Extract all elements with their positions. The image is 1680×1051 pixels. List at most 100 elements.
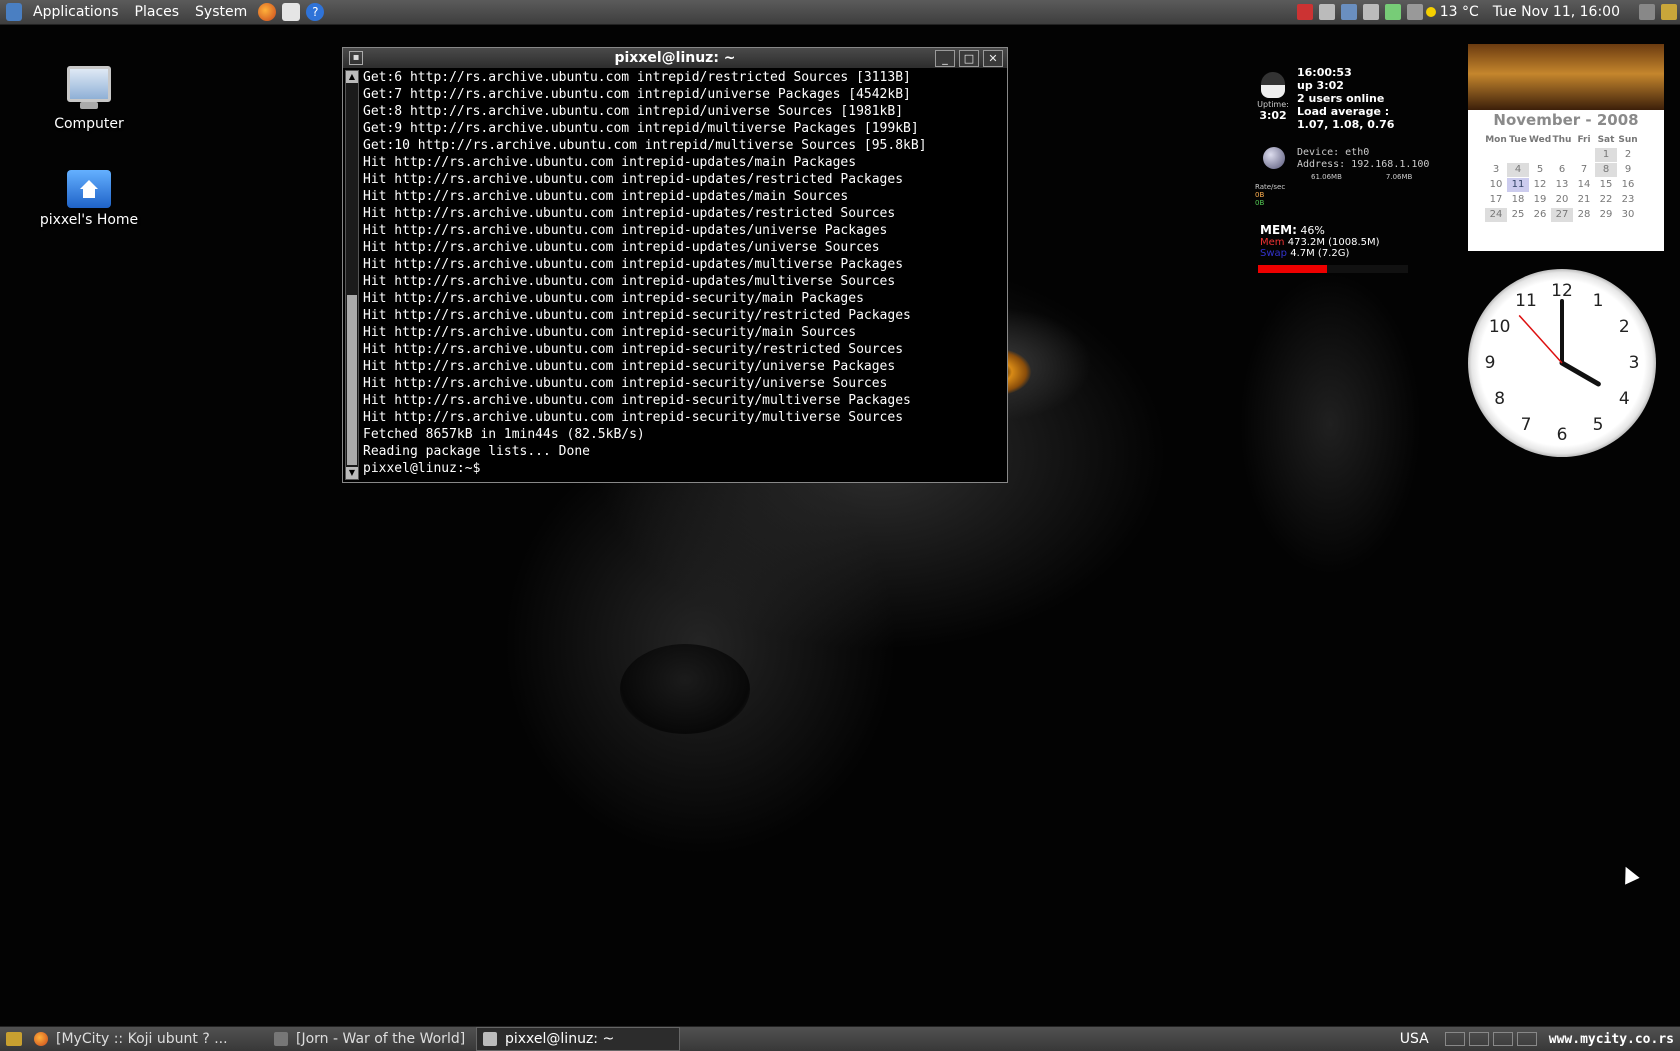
- terminal-line: Hit http://rs.archive.ubuntu.com intrepi…: [363, 189, 849, 204]
- calendar-day[interactable]: 8: [1595, 163, 1617, 177]
- calendar-day[interactable]: 16: [1617, 178, 1639, 192]
- mail-icon[interactable]: [282, 3, 301, 21]
- swap-line: 4.7M (7.2G): [1290, 248, 1350, 259]
- calendar-day[interactable]: 7: [1573, 163, 1595, 177]
- system-menu[interactable]: System: [187, 0, 255, 24]
- task-button-terminal[interactable]: pixxel@linuz: ~: [476, 1027, 680, 1051]
- weather-sun-icon: [1425, 7, 1436, 17]
- calendar-day[interactable]: 15: [1595, 178, 1617, 192]
- calendar-day[interactable]: 6: [1551, 163, 1573, 177]
- desktop-icon-label: Computer: [54, 116, 124, 132]
- calendar-day[interactable]: 30: [1617, 208, 1639, 222]
- tux-icon: [1261, 72, 1285, 98]
- workspace-switcher-2[interactable]: [1468, 1032, 1489, 1046]
- weather-temperature[interactable]: 13 °C: [1440, 4, 1479, 20]
- calendar-day[interactable]: 9: [1617, 163, 1639, 177]
- music-player-icon: [274, 1032, 288, 1046]
- calendar-day[interactable]: 14: [1573, 178, 1595, 192]
- panel-clock[interactable]: Tue Nov 11, 16:00: [1493, 4, 1620, 20]
- calendar-day[interactable]: 3: [1485, 163, 1507, 177]
- scroll-down-arrow-icon[interactable]: ▼: [346, 467, 358, 479]
- help-icon[interactable]: ?: [306, 3, 325, 21]
- calendar-day[interactable]: 1: [1595, 148, 1617, 162]
- update-notifier-icon[interactable]: [1296, 4, 1313, 20]
- terminal-line: Reading package lists... Done: [363, 444, 590, 459]
- calendar-day[interactable]: 22: [1595, 193, 1617, 207]
- calendar-day[interactable]: 2: [1617, 148, 1639, 162]
- calendar-day[interactable]: 25: [1507, 208, 1529, 222]
- calendar-day[interactable]: 12: [1529, 178, 1551, 192]
- task-label: [MyCity :: Koji ubunt ? ...: [56, 1031, 228, 1047]
- calendar-day[interactable]: 28: [1573, 208, 1595, 222]
- bottom-panel-tray: USA www.mycity.co.rs: [1400, 1027, 1674, 1051]
- scroll-up-arrow-icon[interactable]: ▲: [346, 71, 358, 83]
- terminal-output[interactable]: Get:6 http://rs.archive.ubuntu.com intre…: [363, 69, 927, 477]
- computer-icon: [67, 66, 111, 109]
- workspace-icon[interactable]: [1384, 4, 1401, 20]
- calendar-day[interactable]: 13: [1551, 178, 1573, 192]
- terminal-line: Get:7 http://rs.archive.ubuntu.com intre…: [363, 87, 911, 102]
- close-button[interactable]: ✕: [983, 50, 1003, 67]
- calendar-widget: November - 2008 Mon Tue Wed Thu Fri Sat Sun 1 2 3…: [1468, 44, 1664, 251]
- maximize-button[interactable]: □: [959, 50, 979, 67]
- terminal-line: Hit http://rs.archive.ubuntu.com intrepi…: [363, 410, 904, 425]
- workspace-switcher-1[interactable]: [1444, 1032, 1465, 1046]
- terminal-titlebar[interactable]: ▪ pixxel@linuz: ~ _ □ ✕: [343, 48, 1007, 68]
- calendar-day[interactable]: 11: [1507, 178, 1529, 192]
- workspace-switcher-4[interactable]: [1516, 1032, 1537, 1046]
- net-up-total: 7.06MB: [1385, 173, 1413, 181]
- calendar-day[interactable]: 24: [1485, 208, 1507, 222]
- workspace-switcher-3[interactable]: [1492, 1032, 1513, 1046]
- terminal-icon: [483, 1032, 497, 1046]
- net-down-total: 61.06MB: [1311, 173, 1342, 181]
- calendar-day[interactable]: 26: [1529, 208, 1551, 222]
- desktop-icon-computer[interactable]: Computer: [24, 66, 154, 132]
- system-monitor-widget: Uptime: 3:02 16:00:53 up 3:02 2 users on…: [1255, 66, 1455, 273]
- logout-icon[interactable]: [1661, 4, 1677, 20]
- terminal-body[interactable]: ▲ ▼ Get:6 http://rs.archive.ubuntu.com i…: [343, 68, 1007, 482]
- keyboard-layout-indicator[interactable]: USA: [1400, 1031, 1429, 1047]
- places-menu[interactable]: Places: [127, 0, 188, 24]
- clock-hour-hand: [1559, 360, 1601, 387]
- calendar-day[interactable]: 23: [1617, 193, 1639, 207]
- calendar-day[interactable]: 10: [1485, 178, 1507, 192]
- calendar-day[interactable]: 27: [1551, 208, 1573, 222]
- scrollbar-thumb[interactable]: [347, 295, 357, 465]
- applications-menu[interactable]: Applications: [25, 0, 127, 24]
- calendar-day[interactable]: 19: [1529, 193, 1551, 207]
- mem-percent: 46%: [1300, 224, 1325, 237]
- calendar-day[interactable]: 21: [1573, 193, 1595, 207]
- terminal-line: Hit http://rs.archive.ubuntu.com intrepi…: [363, 359, 896, 374]
- task-button-music[interactable]: [Jorn - War of the World]: [268, 1028, 476, 1050]
- user-switch-icon[interactable]: [1639, 4, 1655, 20]
- net-device: Device: eth0: [1297, 147, 1370, 158]
- task-button-browser[interactable]: [MyCity :: Koji ubunt ? ...: [28, 1028, 268, 1050]
- battery-icon[interactable]: [1406, 4, 1423, 20]
- show-desktop-icon[interactable]: [6, 1032, 22, 1046]
- calendar-day[interactable]: 4: [1507, 163, 1529, 177]
- clipboard-icon[interactable]: [1362, 4, 1379, 20]
- terminal-line: Hit http://rs.archive.ubuntu.com intrepi…: [363, 155, 857, 170]
- calendar-day[interactable]: 5: [1529, 163, 1551, 177]
- calendar-weekday: Wed: [1529, 135, 1552, 145]
- calendar-day: [1573, 148, 1595, 162]
- terminal-scrollbar[interactable]: ▲ ▼: [345, 70, 359, 480]
- gnome-foot-icon[interactable]: [6, 3, 22, 21]
- firefox-icon[interactable]: [258, 3, 277, 21]
- minimize-button[interactable]: _: [935, 50, 955, 67]
- network-globe-icon: [1263, 147, 1285, 169]
- terminal-window[interactable]: ▪ pixxel@linuz: ~ _ □ ✕ ▲ ▼ Get:6 http:/…: [342, 47, 1008, 483]
- calendar-weekday: Mon: [1485, 135, 1507, 145]
- desktop-icon-home[interactable]: pixxel's Home: [24, 170, 154, 228]
- calendar-day[interactable]: 29: [1595, 208, 1617, 222]
- calendar-day[interactable]: 18: [1507, 193, 1529, 207]
- clock-number: 7: [1520, 415, 1532, 436]
- network-manager-icon[interactable]: [1340, 4, 1357, 20]
- calendar-day[interactable]: 17: [1485, 193, 1507, 207]
- sysmon-load-label: Load average :: [1297, 105, 1390, 118]
- analog-clock-widget: 12 1 2 3 4 5 6 7 8 9 10 11: [1468, 269, 1656, 457]
- volume-icon[interactable]: [1318, 4, 1335, 20]
- calendar-day[interactable]: 20: [1551, 193, 1573, 207]
- home-folder-icon: [67, 170, 111, 208]
- terminal-line: Get:10 http://rs.archive.ubuntu.com intr…: [363, 138, 927, 153]
